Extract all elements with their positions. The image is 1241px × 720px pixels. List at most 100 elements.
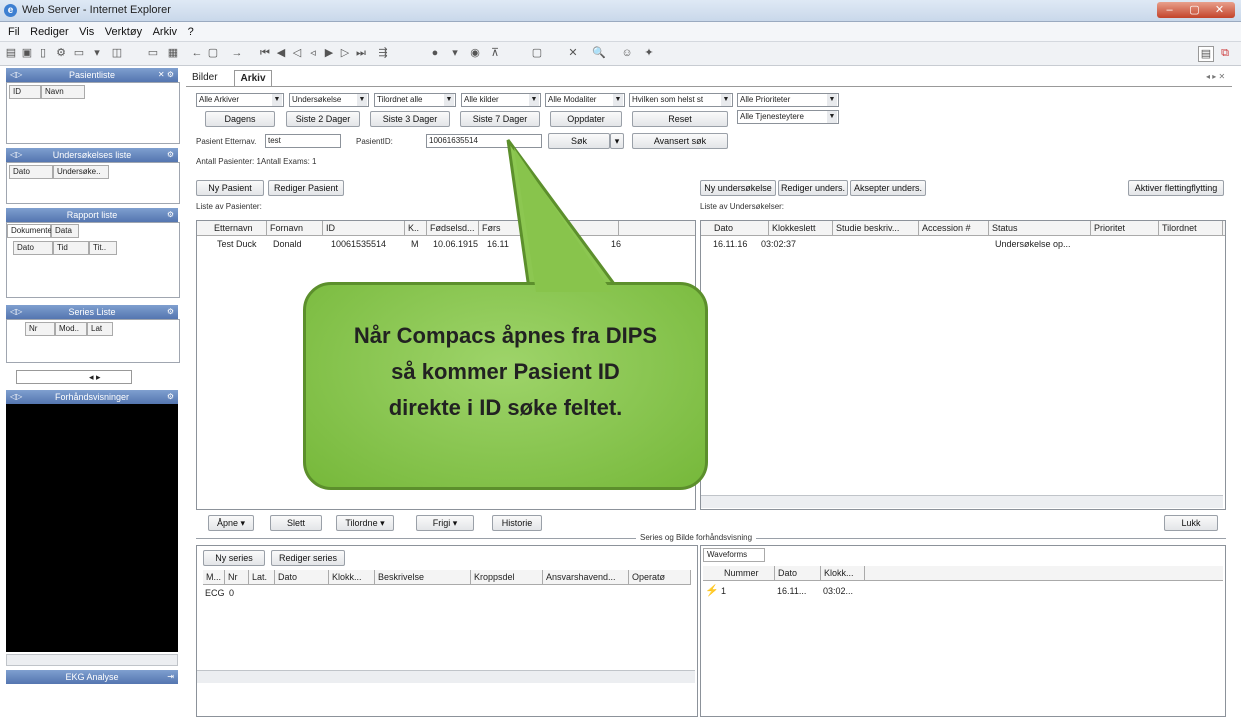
menu-verktoy[interactable]: Verktøy <box>105 26 142 38</box>
next-icon[interactable]: ▷ <box>338 46 352 60</box>
col-dato[interactable]: Dato <box>275 570 329 584</box>
pin-icon[interactable]: ✕ ⚙ <box>158 68 174 82</box>
table-row[interactable]: Test Duck Donald 10061535514 M 10.06.191… <box>197 237 695 251</box>
grid-view-icon[interactable]: ▤ <box>1198 46 1214 62</box>
prev-small-icon[interactable]: ◁ <box>290 46 304 60</box>
modality-select[interactable]: Alle Modaliter ▼ <box>545 93 625 107</box>
col-mod[interactable]: Mod.. <box>55 322 87 336</box>
search-button[interactable]: Søk <box>548 133 610 149</box>
minimize-button[interactable]: – <box>1157 2 1182 18</box>
menu-fil[interactable]: Fil <box>8 26 20 38</box>
pdf-icon[interactable]: ⧉ <box>1218 46 1232 60</box>
col-tittel[interactable]: Tit.. <box>89 241 117 255</box>
col-klokkeslett[interactable]: Klokkeslett <box>769 221 833 235</box>
col-operator[interactable]: Operatø <box>629 570 691 584</box>
service-select[interactable]: Alle Tjenesteytere ▼ <box>737 110 839 124</box>
layout-icon[interactable]: ◫ <box>110 46 124 60</box>
release-button[interactable]: Frigi ▾ <box>416 515 474 531</box>
col-nr[interactable]: Nr <box>225 570 249 584</box>
source-select[interactable]: Alle kilder ▼ <box>461 93 541 107</box>
last3-button[interactable]: Siste 3 Dager <box>370 111 450 127</box>
col-dato[interactable]: Dato <box>775 566 821 580</box>
col-fornavn[interactable]: Fornavn <box>267 221 323 235</box>
box-icon[interactable]: ▢ <box>530 46 544 60</box>
collapse-icon[interactable]: ◁▷ <box>10 68 22 82</box>
col-undersokelse[interactable]: Undersøke.. <box>53 165 109 179</box>
archive-select[interactable]: Alle Arkiver ▼ <box>196 93 284 107</box>
col-dato[interactable]: Dato <box>9 165 53 179</box>
col-ansvarshavende[interactable]: Ansvarshavend... <box>543 570 629 584</box>
window-icon[interactable]: ▭ <box>72 46 86 60</box>
col-undersokelse[interactable]: und... <box>539 221 619 235</box>
tab-data[interactable]: Data <box>51 224 79 238</box>
document-icon[interactable]: ▯ <box>36 46 50 60</box>
status-select[interactable]: Hvilken som helst st ▼ <box>629 93 733 107</box>
edit-exam-button[interactable]: Rediger unders. <box>778 180 848 196</box>
last-icon[interactable]: ⏭ <box>354 46 368 60</box>
col-lat[interactable]: Lat. <box>249 570 275 584</box>
today-button[interactable]: Dagens <box>205 111 275 127</box>
cross-icon[interactable]: ✕ <box>566 46 580 60</box>
col-status[interactable]: Status <box>989 221 1091 235</box>
edit-series-button[interactable]: Rediger series <box>271 550 345 566</box>
assign-button[interactable]: Tilordne ▾ <box>336 515 394 531</box>
col-nr[interactable]: Nr <box>25 322 55 336</box>
print-icon[interactable]: ▤ <box>4 46 18 60</box>
col-forste[interactable]: Førs <box>479 221 539 235</box>
series-scrollbar[interactable] <box>197 670 695 683</box>
table-row[interactable]: ECG 0 <box>203 586 691 600</box>
close-button[interactable]: ✕ <box>1207 2 1232 18</box>
series-nav-arrows[interactable]: ◂ ▸ <box>89 372 101 383</box>
col-prioritet[interactable]: Prioritet <box>1091 221 1159 235</box>
col-dato[interactable]: Dato <box>711 221 769 235</box>
dot-icon[interactable]: ● <box>428 46 442 60</box>
forward-icon[interactable]: → <box>230 46 244 60</box>
lastname-input[interactable]: test <box>265 134 341 148</box>
col-kroppsdel[interactable]: Kroppsdel <box>471 570 543 584</box>
col-modalitet[interactable]: M... <box>203 570 225 584</box>
col-etternavn[interactable]: Etternavn <box>211 221 267 235</box>
prev-icon[interactable]: ◀ <box>274 46 288 60</box>
col-navn[interactable]: Navn <box>41 85 85 99</box>
col-tilordnet[interactable]: Tilordnet <box>1159 221 1223 235</box>
pin-icon[interactable]: ⚙ <box>167 390 174 404</box>
col-beskrivelse[interactable]: Beskrivelse <box>375 570 471 584</box>
accept-exam-button[interactable]: Aksepter unders. <box>850 180 926 196</box>
activate-merge-button[interactable]: Aktiver flettingflytting <box>1128 180 1224 196</box>
preview-scrollbar[interactable] <box>6 654 178 666</box>
priority-select[interactable]: Alle Prioriteter ▼ <box>737 93 839 107</box>
first-icon[interactable]: ⏮ <box>258 46 272 60</box>
reset-button[interactable]: Reset <box>632 111 728 127</box>
edit-patient-button[interactable]: Rediger Pasient <box>268 180 344 196</box>
exam-grid-scrollbar[interactable] <box>701 495 1223 508</box>
monitor-icon[interactable]: ▭ <box>146 46 160 60</box>
col-tid[interactable]: Tid <box>53 241 89 255</box>
tab-dokumenter[interactable]: Dokumenter <box>7 224 55 238</box>
frame-icon[interactable]: ▢ <box>206 46 220 60</box>
col-fodselsdato[interactable]: Fødselsd... <box>427 221 479 235</box>
settings-icon[interactable]: ⚙ <box>54 46 68 60</box>
circle-icon[interactable]: ◉ <box>468 46 482 60</box>
new-series-button[interactable]: Ny series <box>203 550 265 566</box>
dropdown-icon[interactable]: ▾ <box>90 46 104 60</box>
history-button[interactable]: Historie <box>492 515 542 531</box>
patientid-input[interactable]: 10061635514 <box>426 134 542 148</box>
pin-icon[interactable]: ⚙ <box>167 305 174 319</box>
last7-button[interactable]: Siste 7 Dager <box>460 111 540 127</box>
col-id[interactable]: ID <box>9 85 41 99</box>
menu-arkiv[interactable]: Arkiv <box>153 26 177 38</box>
col-kjonn[interactable]: K.. <box>405 221 427 235</box>
advanced-search-button[interactable]: Avansert søk <box>632 133 728 149</box>
col-accession[interactable]: Accession # <box>919 221 989 235</box>
layout-grid-icon[interactable]: ▦ <box>166 46 180 60</box>
dot-dropdown-icon[interactable]: ▾ <box>448 46 462 60</box>
new-patient-button[interactable]: Ny Pasient <box>196 180 264 196</box>
table-row[interactable]: ⚡ 1 16.11... 03:02... <box>703 584 1223 598</box>
open-button[interactable]: Åpne ▾ <box>208 515 254 531</box>
misc-icon[interactable]: ✦ <box>642 46 656 60</box>
pin-icon[interactable]: ⚙ <box>167 148 174 162</box>
col-klokkeslett[interactable]: Klokk... <box>821 566 865 580</box>
back-icon[interactable]: ← <box>190 46 204 60</box>
person-icon[interactable]: ☺ <box>620 46 634 60</box>
menu-vis[interactable]: Vis <box>79 26 94 38</box>
